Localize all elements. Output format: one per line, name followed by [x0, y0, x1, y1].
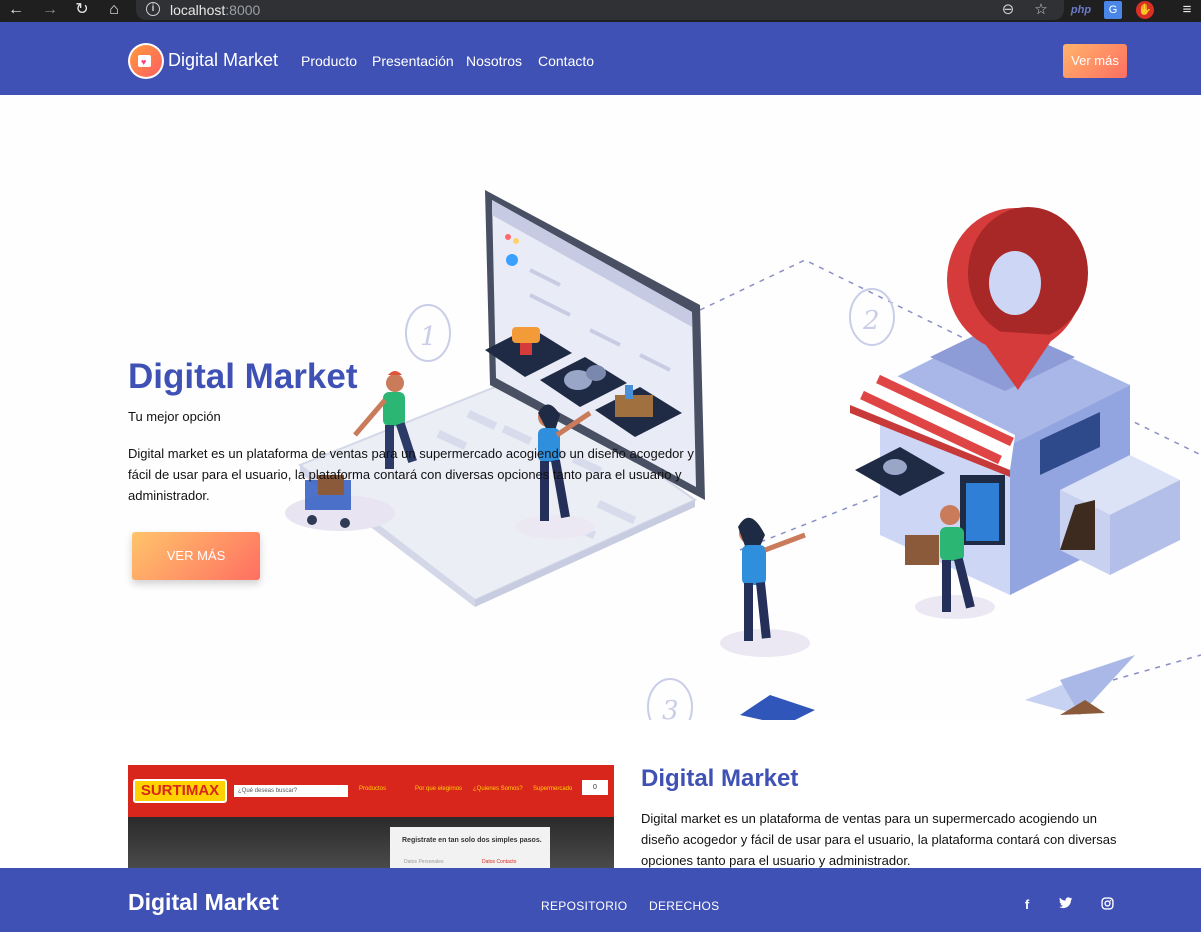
preview-cart-badge: 0	[582, 780, 608, 795]
back-icon[interactable]: ←	[4, 0, 28, 22]
bookmark-star-icon[interactable]: ☆	[1031, 0, 1051, 20]
php-extension-icon[interactable]: php	[1070, 1, 1092, 19]
step-3-label: 3	[662, 696, 679, 720]
twitter-icon[interactable]	[1058, 897, 1074, 913]
nav-link-contacto[interactable]: Contacto	[538, 53, 594, 69]
info-icon[interactable]: i	[146, 2, 160, 16]
forward-icon[interactable]: →	[38, 0, 62, 22]
reload-icon[interactable]: ↻	[70, 0, 94, 22]
preview-panel-step-2: Datos Contacto	[482, 859, 517, 865]
footer-link-repositorio[interactable]: REPOSITORIO	[541, 899, 627, 913]
brand-logo-icon[interactable]: ♥	[128, 43, 164, 79]
section-title: Digital Market	[641, 765, 799, 792]
footer-brand: Digital Market	[128, 889, 279, 915]
facebook-icon[interactable]: f	[1019, 897, 1035, 913]
url-port: :8000	[225, 2, 261, 18]
section-description: Digital market es un plataforma de venta…	[641, 811, 1117, 868]
preview-menu-productos: Productos	[359, 786, 387, 792]
surtimax-logo: SURTIMAX	[133, 779, 227, 803]
step-2-label: 2	[862, 306, 880, 336]
footer: Digital Market REPOSITORIO DERECHOS f	[0, 868, 1201, 932]
address-bar[interactable]: i localhost:8000 ⊖ ☆	[136, 0, 1064, 20]
hero-section: 1 2 3 Digital Market Tu mejor opción Dig…	[0, 95, 1201, 720]
media-queue-icon[interactable]: ≡	[1178, 1, 1196, 19]
nav-link-nosotros[interactable]: Nosotros	[466, 53, 522, 69]
ver-mas-hero-button[interactable]: VER MÁS	[132, 532, 260, 580]
nav-link-presentacion[interactable]: Presentación	[372, 53, 454, 69]
step-1-label: 1	[420, 322, 437, 352]
hero-description: Digital market es un plataforma de venta…	[128, 446, 694, 503]
translate-extension-icon[interactable]: G	[1104, 1, 1122, 19]
footer-link-derechos[interactable]: DERECHOS	[649, 899, 719, 913]
address-url[interactable]: localhost:8000	[170, 2, 260, 18]
home-icon[interactable]: ⌂	[102, 0, 126, 22]
instagram-icon[interactable]	[1099, 897, 1115, 913]
brand-name[interactable]: Digital Market	[168, 50, 278, 71]
preview-panel-title: Registrate en tan solo dos simples pasos…	[402, 837, 542, 844]
preview-register-panel: Registrate en tan solo dos simples pasos…	[390, 827, 550, 868]
nav-link-producto[interactable]: Producto	[301, 53, 357, 69]
preview-search-box: ¿Qué deseas buscar?	[234, 785, 348, 797]
adblock-extension-icon[interactable]: ✋	[1136, 1, 1154, 19]
preview-menu-supermercado: Supermercado	[533, 786, 573, 792]
ver-mas-nav-button[interactable]: Ver más	[1063, 44, 1127, 78]
hero-title: Digital Market	[128, 357, 358, 396]
preview-panel-step-1: Datos Personales	[404, 859, 444, 865]
hero-illustration: 1 2 3	[285, 190, 1201, 720]
url-host: localhost	[170, 2, 226, 18]
hero-subtitle: Tu mejor opción	[128, 409, 221, 424]
preview-menu-elegirnos: Por que elegirnos	[415, 786, 463, 792]
project-preview-image: SURTIMAX ¿Qué deseas buscar? Productos P…	[128, 765, 614, 868]
preview-menu-quienes: ¿Quienes Somos?	[473, 786, 523, 792]
browser-chrome: ← → ↻ ⌂ i localhost:8000 ⊖ ☆ php G ✋ ≡	[0, 0, 1201, 22]
navbar: ♥ Digital Market Producto Presentación N…	[0, 22, 1201, 95]
zoom-icon[interactable]: ⊖	[998, 0, 1018, 20]
